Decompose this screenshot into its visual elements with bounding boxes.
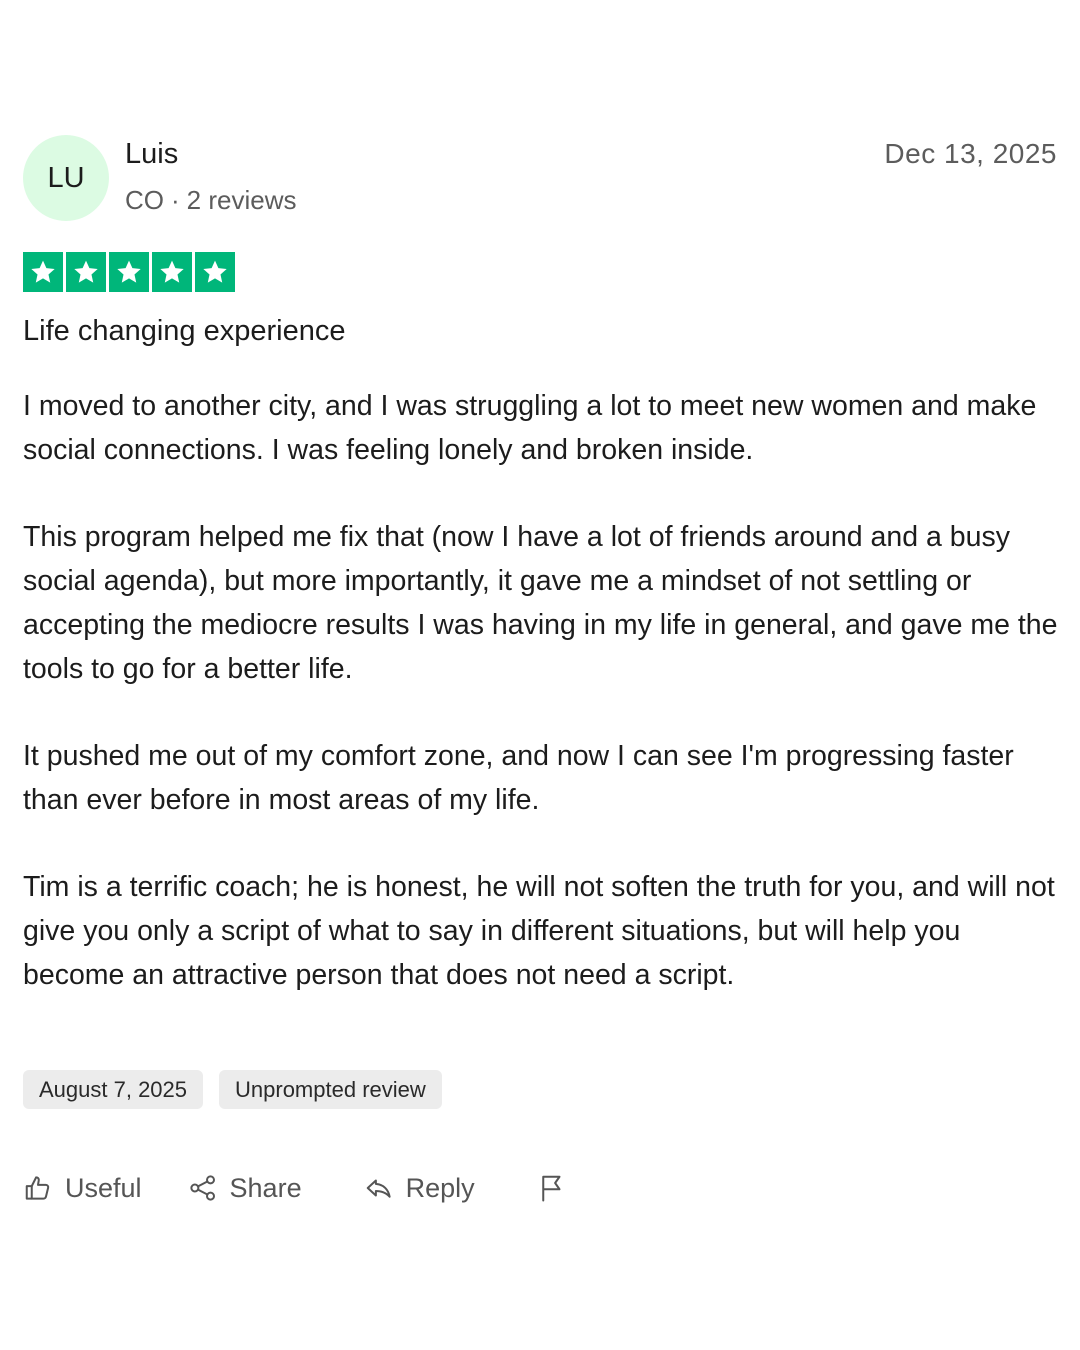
star-rating (23, 252, 235, 292)
star-icon (195, 252, 235, 292)
author-review-count[interactable]: 2 reviews (187, 185, 297, 215)
star-icon (23, 252, 63, 292)
useful-label: Useful (65, 1172, 142, 1203)
reply-label: Reply (405, 1172, 475, 1203)
review-paragraph: I moved to another city, and I was strug… (23, 390, 1037, 466)
share-label: Share (229, 1172, 302, 1203)
share-button[interactable]: Share (188, 1173, 302, 1204)
star-icon (152, 252, 192, 292)
author-meta: CO · 2 reviews (125, 185, 297, 216)
flag-icon (541, 1175, 561, 1202)
useful-button[interactable]: Useful (23, 1173, 142, 1204)
review-body: I moved to another city, and I was strug… (23, 384, 1063, 997)
review-title[interactable]: Life changing experience (23, 315, 345, 348)
reply-icon (366, 1179, 391, 1198)
unprompted-review-tag[interactable]: Unprompted review (219, 1070, 442, 1109)
thumbs-up-icon (25, 1176, 50, 1200)
review-date: Dec 13, 2025 (884, 138, 1057, 169)
review-card: LU Luis CO · 2 reviews Dec 13, 2025 Life c… (23, 135, 1057, 1203)
review-paragraph: It pushed me out of my comfort zone, and… (23, 740, 1014, 816)
reply-button[interactable]: Reply (364, 1173, 475, 1204)
review-header: LU Luis CO · 2 reviews Dec 13, 2025 (23, 135, 1057, 221)
review-actions: Useful Share Reply (23, 1168, 567, 1208)
author-country: CO (125, 185, 164, 215)
experience-date-tag: August 7, 2025 (23, 1070, 204, 1109)
separator-dot: · (171, 185, 180, 215)
review-tags: August 7, 2025 Unprompted review (23, 1070, 442, 1109)
share-icon (189, 1175, 215, 1201)
star-icon (109, 252, 149, 292)
report-button[interactable] (537, 1173, 567, 1203)
author-name[interactable]: Luis (125, 138, 178, 171)
avatar[interactable]: LU (23, 135, 109, 221)
review-paragraph: Tim is a terrific coach; he is honest, h… (23, 871, 1055, 991)
review-paragraph: This program helped me fix that (now I h… (23, 521, 1058, 685)
star-icon (66, 252, 106, 292)
